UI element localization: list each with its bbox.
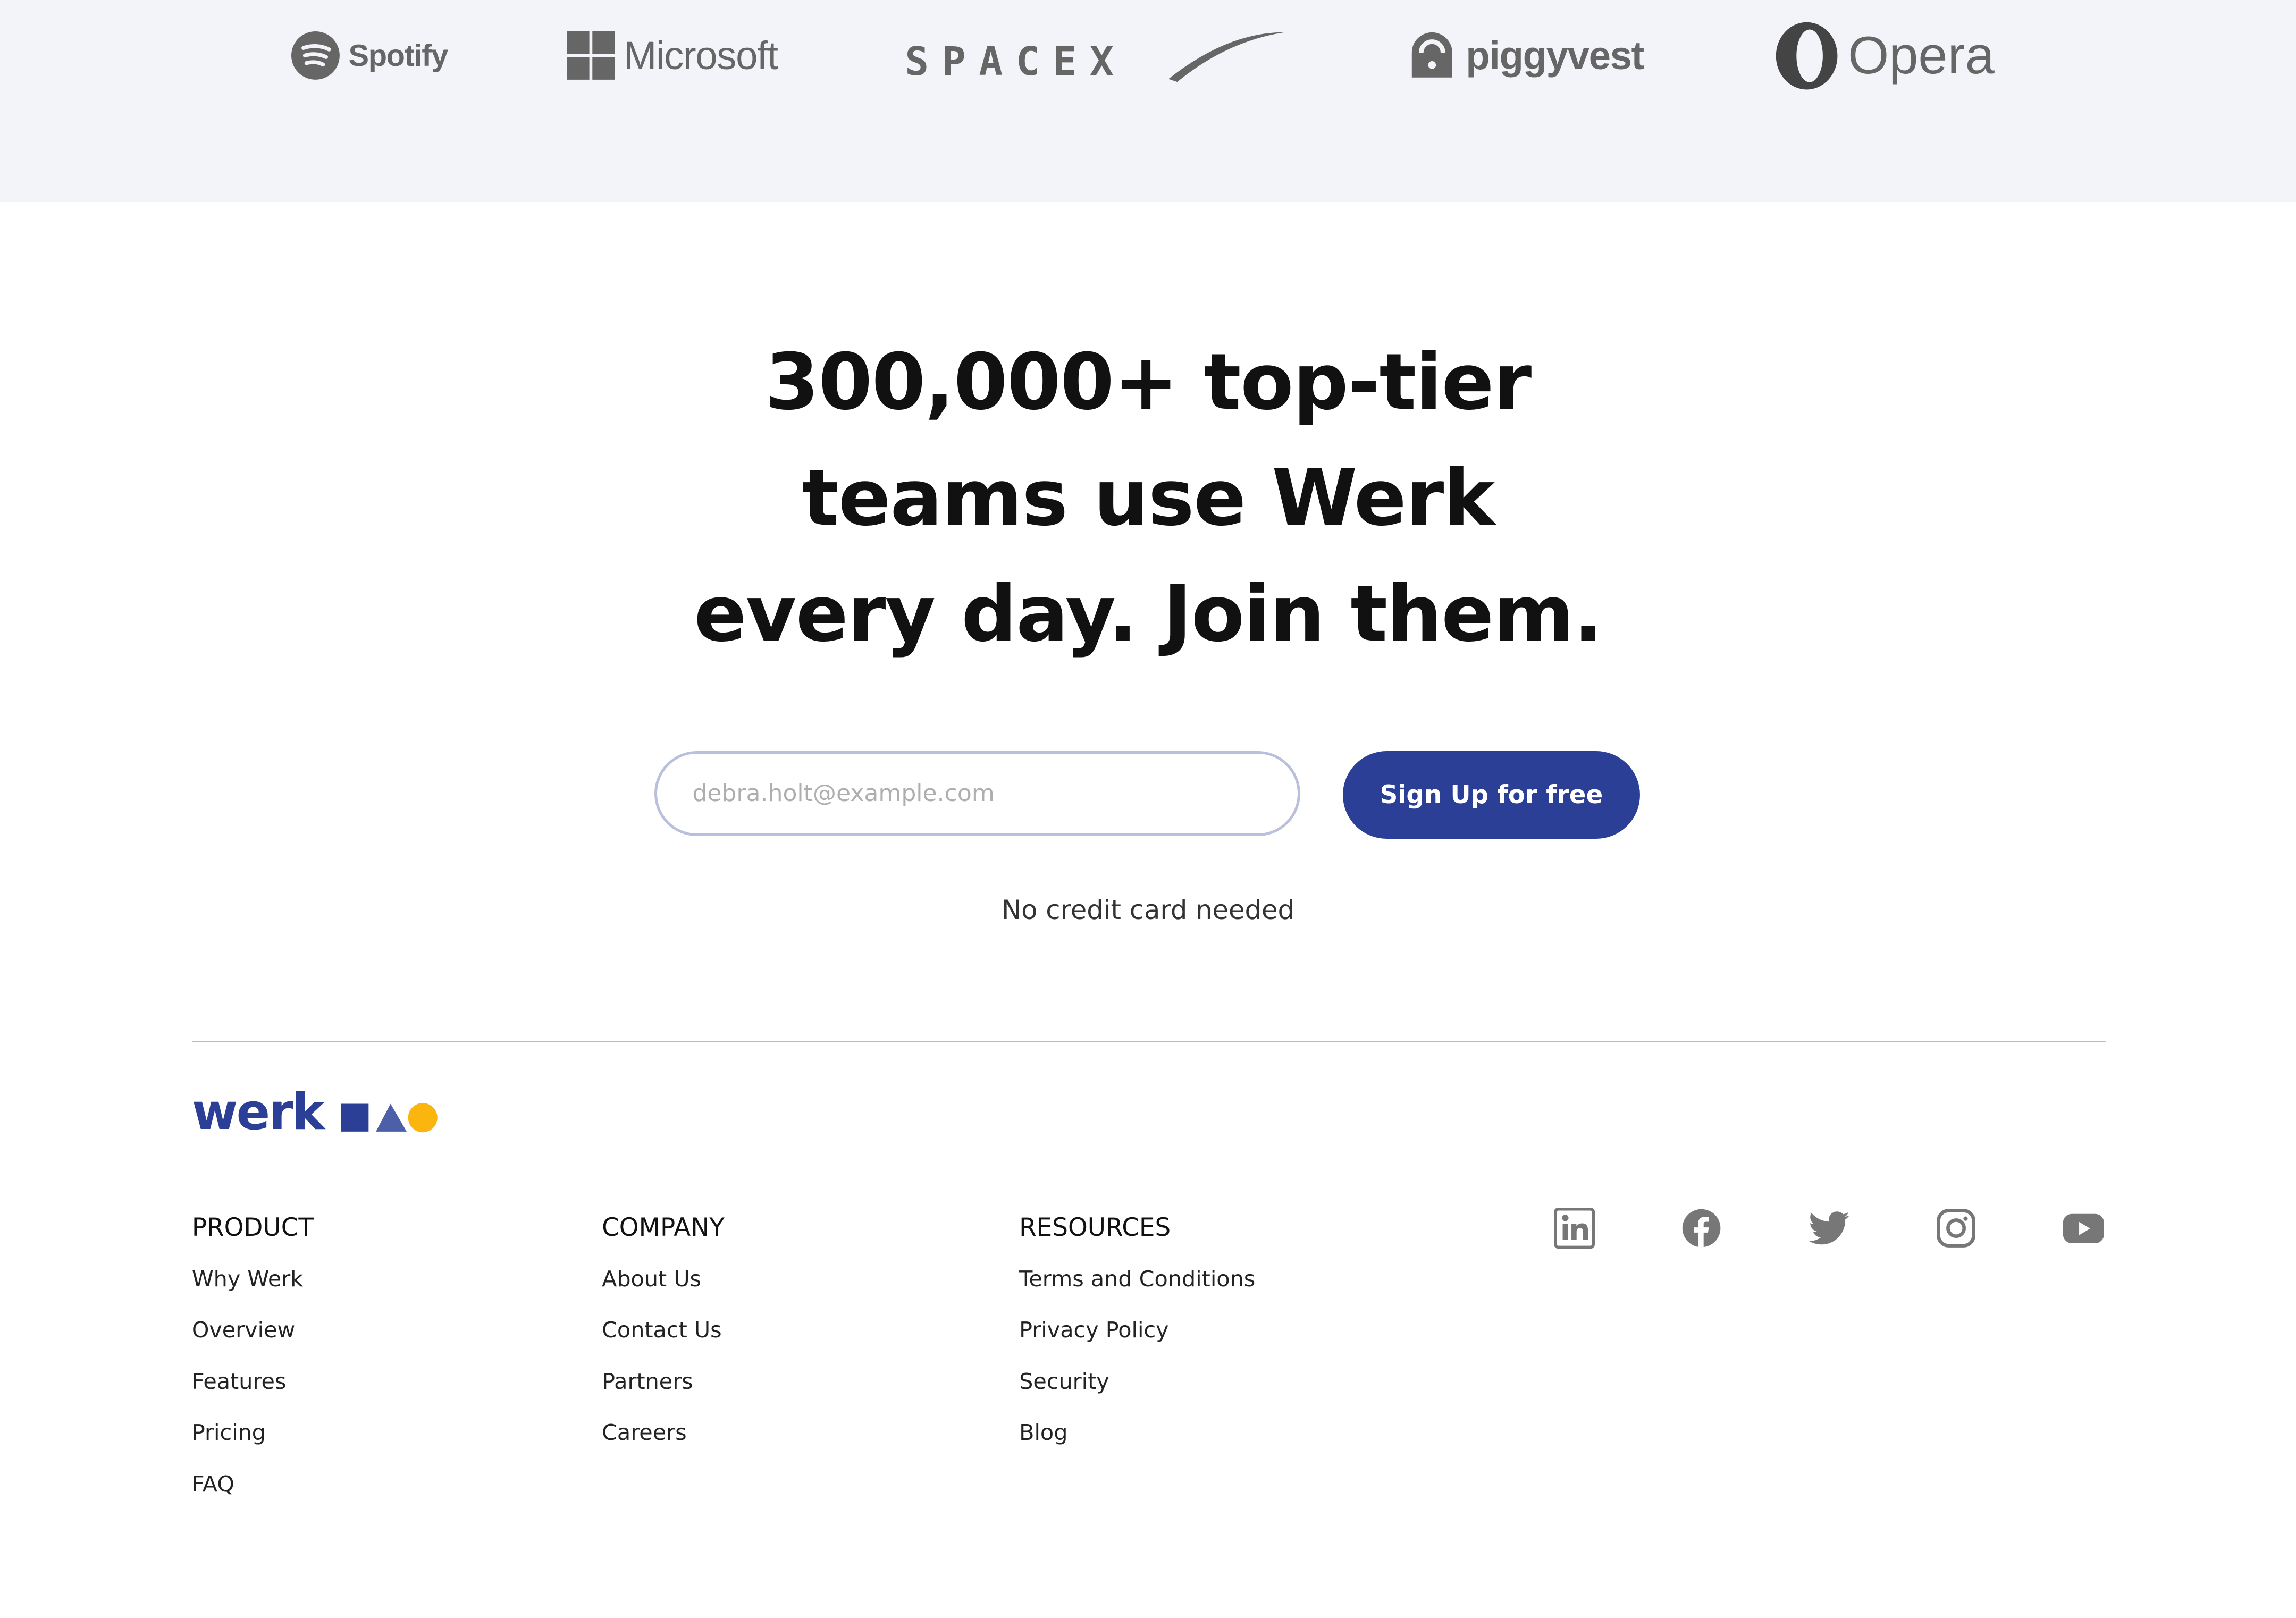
logo-text: Spotify (348, 38, 449, 73)
page: Spotify Microsoft SPACEX piggyvest Opera… (0, 0, 2296, 1618)
footer-link-features[interactable]: Features (192, 1366, 314, 1417)
footer-link-partners[interactable]: Partners (602, 1366, 725, 1417)
logo-piggyvest: piggyvest (1407, 21, 1644, 91)
footer-link-why-werk[interactable]: Why Werk (192, 1263, 314, 1314)
hero-line: every day. Join them. (694, 568, 1603, 659)
footer-link-overview[interactable]: Overview (192, 1314, 314, 1365)
logo-spotify: Spotify (291, 21, 448, 91)
hero-line: 300,000+ top-tier (765, 337, 1532, 428)
opera-icon (1776, 22, 1838, 90)
spacex-swoosh (1168, 32, 1286, 82)
footer-link-privacy[interactable]: Privacy Policy (1019, 1314, 1255, 1365)
spotify-icon (291, 31, 340, 80)
column-title: PRODUCT (191, 1214, 314, 1243)
lock-icon (1411, 32, 1452, 78)
footer-column-resources: RESOURCES Terms and Conditions Privacy P… (1019, 1214, 1255, 1468)
logo-text: piggyvest (1466, 33, 1644, 78)
facebook-icon[interactable] (1679, 1207, 1723, 1251)
column-title: COMPANY (602, 1214, 725, 1243)
windows-icon (566, 31, 615, 80)
sign-up-button[interactable]: Sign Up for free (1342, 751, 1641, 839)
twitter-icon[interactable] (1807, 1207, 1851, 1251)
logo-microsoft: Microsoft (566, 21, 778, 91)
logo-text: Microsoft (624, 33, 778, 78)
footer-link-blog[interactable]: Blog (1019, 1417, 1255, 1468)
instagram-icon[interactable] (1935, 1207, 1979, 1251)
footer-link-contact-us[interactable]: Contact Us (602, 1314, 725, 1365)
footer-column-company: COMPANY About Us Contact Us Partners Car… (602, 1214, 725, 1468)
youtube-icon[interactable] (2062, 1207, 2106, 1251)
footer-link-security[interactable]: Security (1019, 1366, 1255, 1417)
linkedin-icon[interactable] (1552, 1207, 1596, 1251)
footer-link-about-us[interactable]: About Us (602, 1263, 725, 1314)
client-logos-strip: Spotify Microsoft SPACEX piggyvest Opera (0, 0, 2296, 203)
footer-link-careers[interactable]: Careers (602, 1417, 725, 1468)
footer-link-terms[interactable]: Terms and Conditions (1019, 1263, 1255, 1314)
hero-line: teams use Werk (802, 453, 1495, 544)
footer-link-pricing[interactable]: Pricing (192, 1417, 314, 1468)
footer-column-product: PRODUCT Why Werk Overview Features Prici… (192, 1214, 314, 1519)
hero-heading: 300,000+ top-tier teams use Werk every d… (0, 325, 2296, 672)
logo-opera: Opera (1774, 21, 1995, 91)
footer-link-faq[interactable]: FAQ (192, 1468, 314, 1519)
brand-shapes-icon (341, 1102, 438, 1132)
no-credit-card-note: No credit card needed (1002, 894, 1294, 925)
logo-text: Opera (1848, 26, 1995, 85)
column-title: RESOURCES (1019, 1214, 1171, 1243)
logo-text: SPACEX (905, 38, 1127, 85)
logo-spacex: SPACEX (905, 27, 1286, 97)
brand-wordmark: werk (191, 1083, 325, 1142)
footer-brand-logo[interactable]: werk (192, 1083, 443, 1141)
email-input[interactable] (654, 751, 1300, 836)
footer-divider (191, 1041, 2106, 1043)
